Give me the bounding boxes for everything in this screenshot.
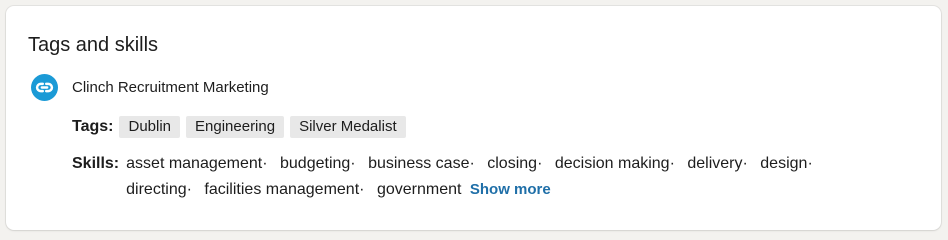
skills-label: Skills:: [72, 155, 120, 172]
section-title: Tags and skills: [28, 34, 159, 56]
tags-label: Tags:: [72, 118, 114, 135]
source-row: Clinch Recruitment Marketing: [31, 74, 269, 101]
skills-row: Skills: asset management· budgeting· bus…: [72, 152, 882, 203]
show-more-link[interactable]: Show more: [470, 181, 551, 198]
clinch-logo-icon: [31, 74, 58, 101]
skill-separator: ·: [537, 155, 543, 172]
skill-separator: ·: [359, 181, 365, 198]
skill-item: decision making: [554, 155, 670, 172]
skill-separator: ·: [669, 155, 675, 172]
skill-item: budgeting: [280, 155, 351, 172]
tags-row: Tags: Dublin Engineering Silver Medalist: [72, 116, 412, 138]
skill-separator: ·: [262, 155, 268, 172]
skill-separator: ·: [350, 155, 356, 172]
skill-item: facilities management: [204, 181, 360, 198]
skill-item: closing: [487, 155, 538, 172]
skill-item: government: [376, 181, 462, 198]
skill-separator: ·: [742, 155, 748, 172]
tag-chip[interactable]: Engineering: [186, 116, 285, 138]
tag-chip[interactable]: Silver Medalist: [290, 116, 406, 138]
skill-item: business case: [368, 155, 470, 172]
tag-chip[interactable]: Dublin: [119, 116, 181, 138]
skill-separator: ·: [469, 155, 475, 172]
skill-separator: ·: [807, 155, 813, 172]
source-name: Clinch Recruitment Marketing: [72, 78, 269, 96]
skill-separator: ·: [186, 181, 192, 198]
skill-item: design: [760, 155, 808, 172]
skill-item: asset management: [126, 155, 263, 172]
skill-item: delivery: [687, 155, 743, 172]
tags-and-skills-card: Tags and skills Clinch Recruitment Marke…: [6, 6, 941, 230]
skills-list: asset management· budgeting· business ca…: [126, 151, 882, 203]
skill-item: directing: [126, 181, 187, 198]
